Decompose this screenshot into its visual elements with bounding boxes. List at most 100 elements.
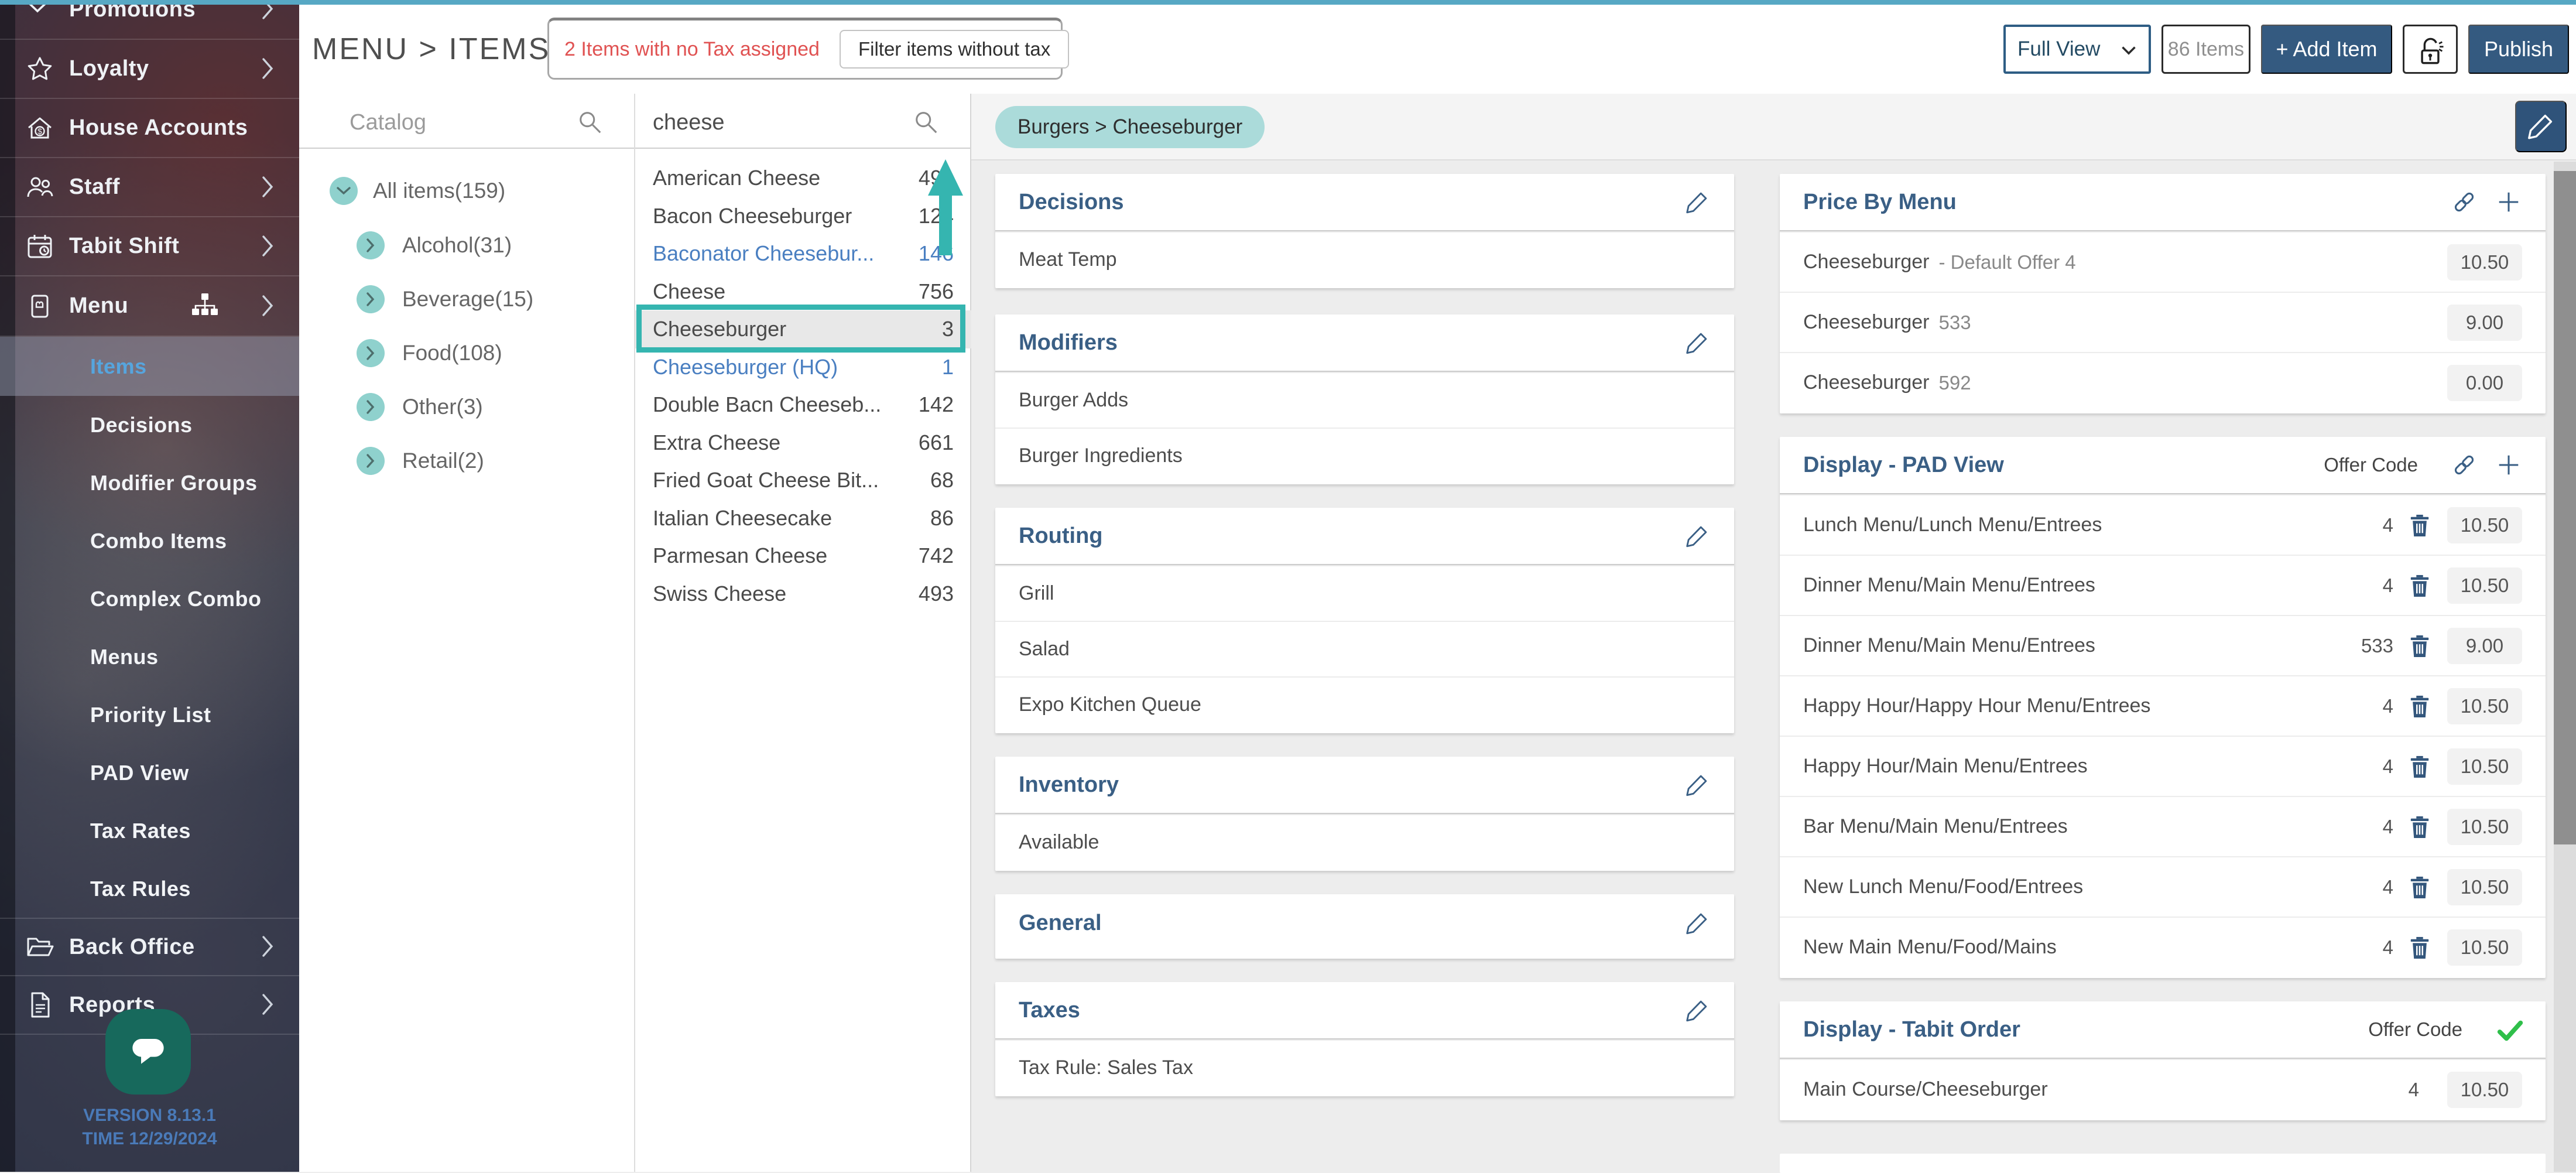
sidebar-item-tax-rates[interactable]: Tax Rates — [0, 802, 299, 860]
pencil-icon[interactable] — [1684, 997, 1711, 1024]
publish-lock-button[interactable] — [2403, 25, 2458, 74]
sidebar-item-combo-items[interactable]: Combo Items — [0, 512, 299, 570]
sidebar-item-promotions[interactable]: Promotions — [0, 5, 299, 40]
trash-icon[interactable] — [2409, 693, 2431, 719]
table-row: Grill — [995, 565, 1734, 621]
chevron-right-icon[interactable] — [357, 447, 385, 475]
trash-icon[interactable] — [2409, 874, 2431, 900]
chevron-down-icon[interactable] — [330, 177, 358, 205]
table-row: Tax Rule: Sales Tax — [995, 1039, 1734, 1095]
chevron-right-icon[interactable] — [357, 339, 385, 367]
price-input[interactable]: 9.00 — [2447, 305, 2522, 341]
filter-items-without-tax-button[interactable]: Filter items without tax — [840, 30, 1069, 69]
sidebar-item-modifier-groups[interactable]: Modifier Groups — [0, 454, 299, 512]
sidebar-item-complex-combo[interactable]: Complex Combo — [0, 570, 299, 628]
sitemap-icon[interactable] — [190, 291, 220, 322]
sidebar-item-staff[interactable]: Staff — [0, 158, 299, 217]
sidebar-item-priority-list[interactable]: Priority List — [0, 686, 299, 744]
top-accent-bar — [0, 0, 2576, 5]
add-item-button[interactable]: + Add Item — [2261, 25, 2392, 74]
card-general: General — [995, 894, 1734, 959]
tree-node-alcohol[interactable]: Alcohol(31) — [299, 218, 635, 272]
scrollbar-thumb[interactable] — [2554, 171, 2576, 844]
link-icon[interactable] — [2451, 452, 2478, 478]
vertical-scrollbar[interactable] — [2554, 162, 2576, 1172]
sidebar-item-label: Menu — [69, 293, 128, 319]
list-item[interactable]: American Cheese491 — [635, 159, 971, 197]
list-item[interactable]: Double Bacn Cheeseb...142 — [635, 386, 971, 424]
plus-icon[interactable] — [2495, 189, 2522, 216]
price-input[interactable]: 10.50 — [2447, 507, 2522, 543]
list-item[interactable]: Bacon Cheeseburger124 — [635, 197, 971, 235]
plus-icon[interactable] — [2495, 452, 2522, 478]
table-row: Salad — [995, 621, 1734, 676]
list-item[interactable]: Cheeseburger (HQ)1 — [635, 348, 971, 387]
pencil-icon[interactable] — [1684, 522, 1711, 549]
tree-node-other[interactable]: Other(3) — [299, 380, 635, 434]
price-input[interactable]: 10.50 — [2447, 567, 2522, 604]
trash-icon[interactable] — [2409, 754, 2431, 779]
sidebar-item-tabit-shift[interactable]: Tabit Shift — [0, 217, 299, 276]
chevron-right-icon[interactable] — [357, 231, 385, 259]
sidebar-item-label: Staff — [69, 175, 120, 200]
price-input[interactable]: 0.00 — [2447, 365, 2522, 401]
chat-launcher-button[interactable] — [105, 1009, 191, 1095]
price-input[interactable]: 9.00 — [2447, 628, 2522, 664]
price-input[interactable]: 10.50 — [2447, 688, 2522, 724]
list-item[interactable]: Baconator Cheesebur...146 — [635, 235, 971, 273]
breadcrumb: MENU > ITEMS — [312, 32, 550, 67]
sidebar-item-items[interactable]: Items — [0, 337, 299, 396]
sidebar-item-house-accounts[interactable]: $ House Accounts — [0, 99, 299, 158]
pencil-icon[interactable] — [1684, 189, 1711, 216]
tree-node-food[interactable]: Food(108) — [299, 326, 635, 380]
star-icon — [25, 54, 55, 84]
sidebar-item-menus[interactable]: Menus — [0, 628, 299, 686]
view-mode-select[interactable]: Full View — [2003, 25, 2151, 74]
price-input[interactable]: 10.50 — [2447, 929, 2522, 966]
list-item[interactable]: Italian Cheesecake86 — [635, 500, 971, 538]
trash-icon[interactable] — [2409, 633, 2431, 659]
trash-icon[interactable] — [2409, 512, 2431, 538]
trash-icon[interactable] — [2409, 573, 2431, 599]
publish-button[interactable]: Publish — [2468, 25, 2569, 74]
annotation-arrow-shaft — [939, 194, 952, 255]
list-item[interactable]: Swiss Cheese493 — [635, 575, 971, 613]
price-input[interactable]: 10.50 — [2447, 809, 2522, 845]
catalog-search-input[interactable]: Catalog — [299, 94, 634, 149]
card-taxes: Taxes Tax Rule: Sales Tax — [995, 982, 1734, 1096]
price-input[interactable]: 10.50 — [2447, 1072, 2522, 1108]
list-item[interactable]: Fried Goat Cheese Bit...68 — [635, 461, 971, 500]
sidebar-item-tax-rules[interactable]: Tax Rules — [0, 860, 299, 918]
tree-node-retail[interactable]: Retail(2) — [299, 434, 635, 488]
speech-bubble-icon — [125, 1027, 172, 1077]
sidebar-item-loyalty[interactable]: Loyalty — [0, 40, 299, 99]
price-input[interactable]: 10.50 — [2447, 748, 2522, 785]
pencil-icon[interactable] — [1684, 329, 1711, 356]
list-item[interactable]: Extra Cheese661 — [635, 424, 971, 462]
table-row: Dinner Menu/Main Menu/Entrees 533 9.00 — [1780, 615, 2546, 675]
item-search-input[interactable]: cheese — [635, 94, 970, 149]
sidebar-item-label: Items — [90, 354, 147, 379]
sidebar-item-menu[interactable]: Menu — [0, 276, 299, 337]
trash-icon[interactable] — [2409, 935, 2431, 960]
trash-icon[interactable] — [2409, 814, 2431, 840]
chevron-right-icon — [261, 175, 276, 200]
sidebar-item-decisions[interactable]: Decisions — [0, 396, 299, 454]
price-input[interactable]: 10.50 — [2447, 869, 2522, 905]
list-item[interactable]: Parmesan Cheese742 — [635, 537, 971, 575]
document-icon — [25, 990, 55, 1020]
table-row: Bar Menu/Main Menu/Entrees 4 10.50 — [1780, 796, 2546, 856]
tree-node-beverage[interactable]: Beverage(15) — [299, 272, 635, 326]
tree-node-all-items[interactable]: All items(159) — [299, 163, 635, 219]
price-input[interactable]: 10.50 — [2447, 244, 2522, 281]
chevron-right-icon[interactable] — [357, 393, 385, 421]
pencil-icon[interactable] — [1684, 771, 1711, 798]
sidebar-item-label: House Accounts — [69, 115, 248, 141]
sidebar-item-pad-view[interactable]: PAD View — [0, 744, 299, 802]
link-icon[interactable] — [2451, 189, 2478, 216]
chevron-right-icon[interactable] — [357, 285, 385, 313]
sidebar-item-back-office[interactable]: Back Office — [0, 918, 299, 976]
pencil-icon[interactable] — [1684, 909, 1711, 936]
edit-item-button[interactable] — [2515, 101, 2567, 152]
tax-warning-box: 2 Items with no Tax assigned Filter item… — [547, 18, 1063, 80]
